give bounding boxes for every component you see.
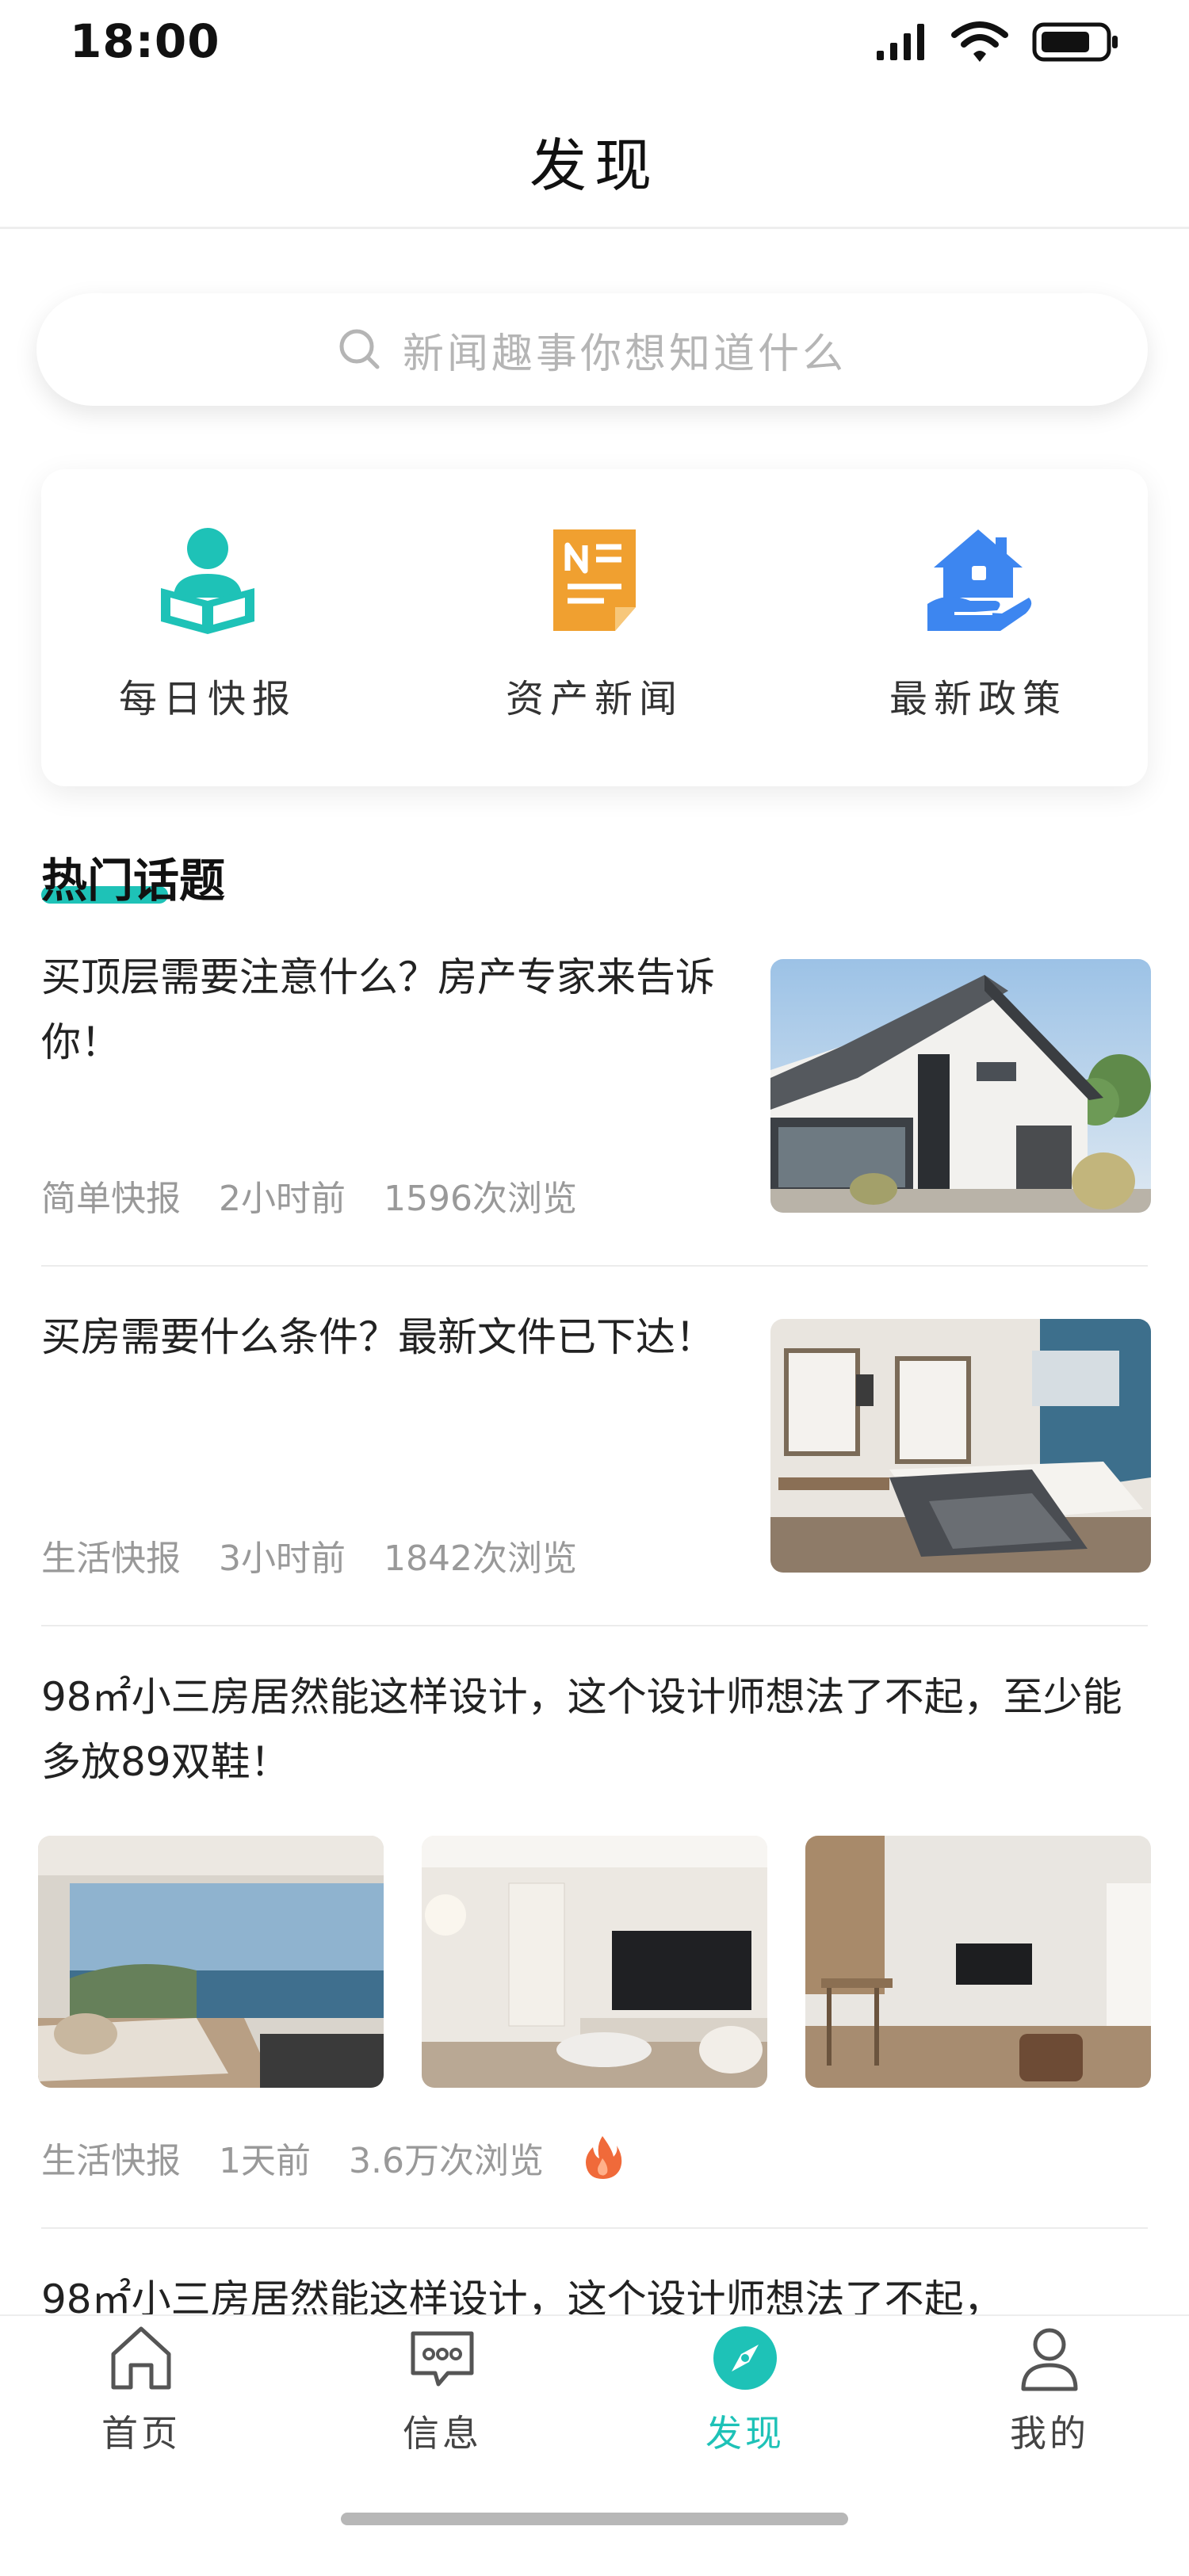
- tab-home[interactable]: 首页: [22, 2322, 260, 2457]
- section-title: 热门话题: [41, 854, 226, 908]
- header-divider: [0, 227, 1189, 229]
- category-label: 每日快报: [118, 677, 296, 721]
- divider: [41, 1265, 1148, 1267]
- article-meta: 简单快报 2小时前 1596次浏览: [41, 1170, 577, 1221]
- user-icon: [1021, 2328, 1078, 2391]
- wifi-icon: [951, 21, 1008, 62]
- divider: [41, 2227, 1148, 2229]
- article-source: 生活快报: [41, 1538, 181, 1579]
- article-source: 简单快报: [41, 1179, 181, 1219]
- article-meta: 生活快报 1天前 3.6万次浏览: [41, 2132, 623, 2183]
- modern-house-exterior-photo[interactable]: [770, 959, 1151, 1213]
- tab-discover[interactable]: 发现: [626, 2322, 864, 2457]
- signal-icon: [877, 24, 924, 60]
- tab-label: 我的: [1010, 2412, 1089, 2455]
- status-time: 18:00: [70, 14, 220, 68]
- category-label: 资产新闻: [505, 677, 683, 721]
- home-indicator[interactable]: [341, 2513, 848, 2525]
- search-input[interactable]: 新闻趣事你想知道什么: [36, 293, 1148, 406]
- message-icon: [411, 2331, 474, 2387]
- category-daily-report[interactable]: 每日快报: [65, 525, 350, 723]
- living-room-photo[interactable]: [422, 1836, 767, 2088]
- hot-fire-icon: [585, 2136, 622, 2179]
- article-views: 1596次浏览: [384, 1179, 577, 1219]
- article-title[interactable]: 98㎡小三房居然能这样设计，这个设计师想法了不起，至少能多放89双鞋！: [41, 1664, 1148, 1794]
- tab-label: 首页: [101, 2412, 181, 2455]
- article-views: 3.6万次浏览: [349, 2141, 544, 2181]
- page-title: 发现: [529, 132, 659, 199]
- category-latest-policy[interactable]: 最新政策: [835, 525, 1121, 723]
- article-time: 2小时前: [219, 1179, 346, 1219]
- article-title[interactable]: 买房需要什么条件？最新文件已下达！: [41, 1305, 723, 1370]
- tab-label: 发现: [705, 2412, 785, 2455]
- category-asset-news[interactable]: 资产新闻: [452, 525, 737, 723]
- divider: [41, 1625, 1148, 1626]
- reader-icon: [161, 528, 254, 634]
- quick-categories: 每日快报 资产新闻 最新政策: [41, 469, 1148, 786]
- battery-icon: [1032, 22, 1118, 62]
- tv-wall-living-room-photo[interactable]: [805, 1836, 1151, 2088]
- bedroom-interior-photo[interactable]: [770, 1319, 1151, 1573]
- tab-messages[interactable]: 信息: [323, 2322, 561, 2457]
- status-icons: [875, 21, 1119, 63]
- search-placeholder: 新闻趣事你想知道什么: [402, 330, 847, 378]
- search-icon: [339, 329, 380, 369]
- house-in-hand-icon: [927, 529, 1032, 631]
- article-views: 1842次浏览: [384, 1538, 577, 1579]
- article-time: 3小时前: [219, 1538, 346, 1579]
- article-time: 1天前: [219, 2141, 311, 2181]
- news-document-icon: [553, 529, 636, 631]
- category-label: 最新政策: [889, 677, 1067, 721]
- article-meta: 生活快报 3小时前 1842次浏览: [41, 1530, 577, 1580]
- article-title[interactable]: 买顶层需要注意什么？房产专家来告诉你！: [41, 945, 723, 1075]
- bedroom-ocean-view-photo[interactable]: [38, 1836, 384, 2088]
- tab-profile[interactable]: 我的: [931, 2322, 1168, 2457]
- compass-icon: [713, 2326, 777, 2390]
- home-icon: [111, 2326, 171, 2390]
- article-source: 生活快报: [41, 2141, 181, 2181]
- tab-label: 信息: [403, 2412, 482, 2455]
